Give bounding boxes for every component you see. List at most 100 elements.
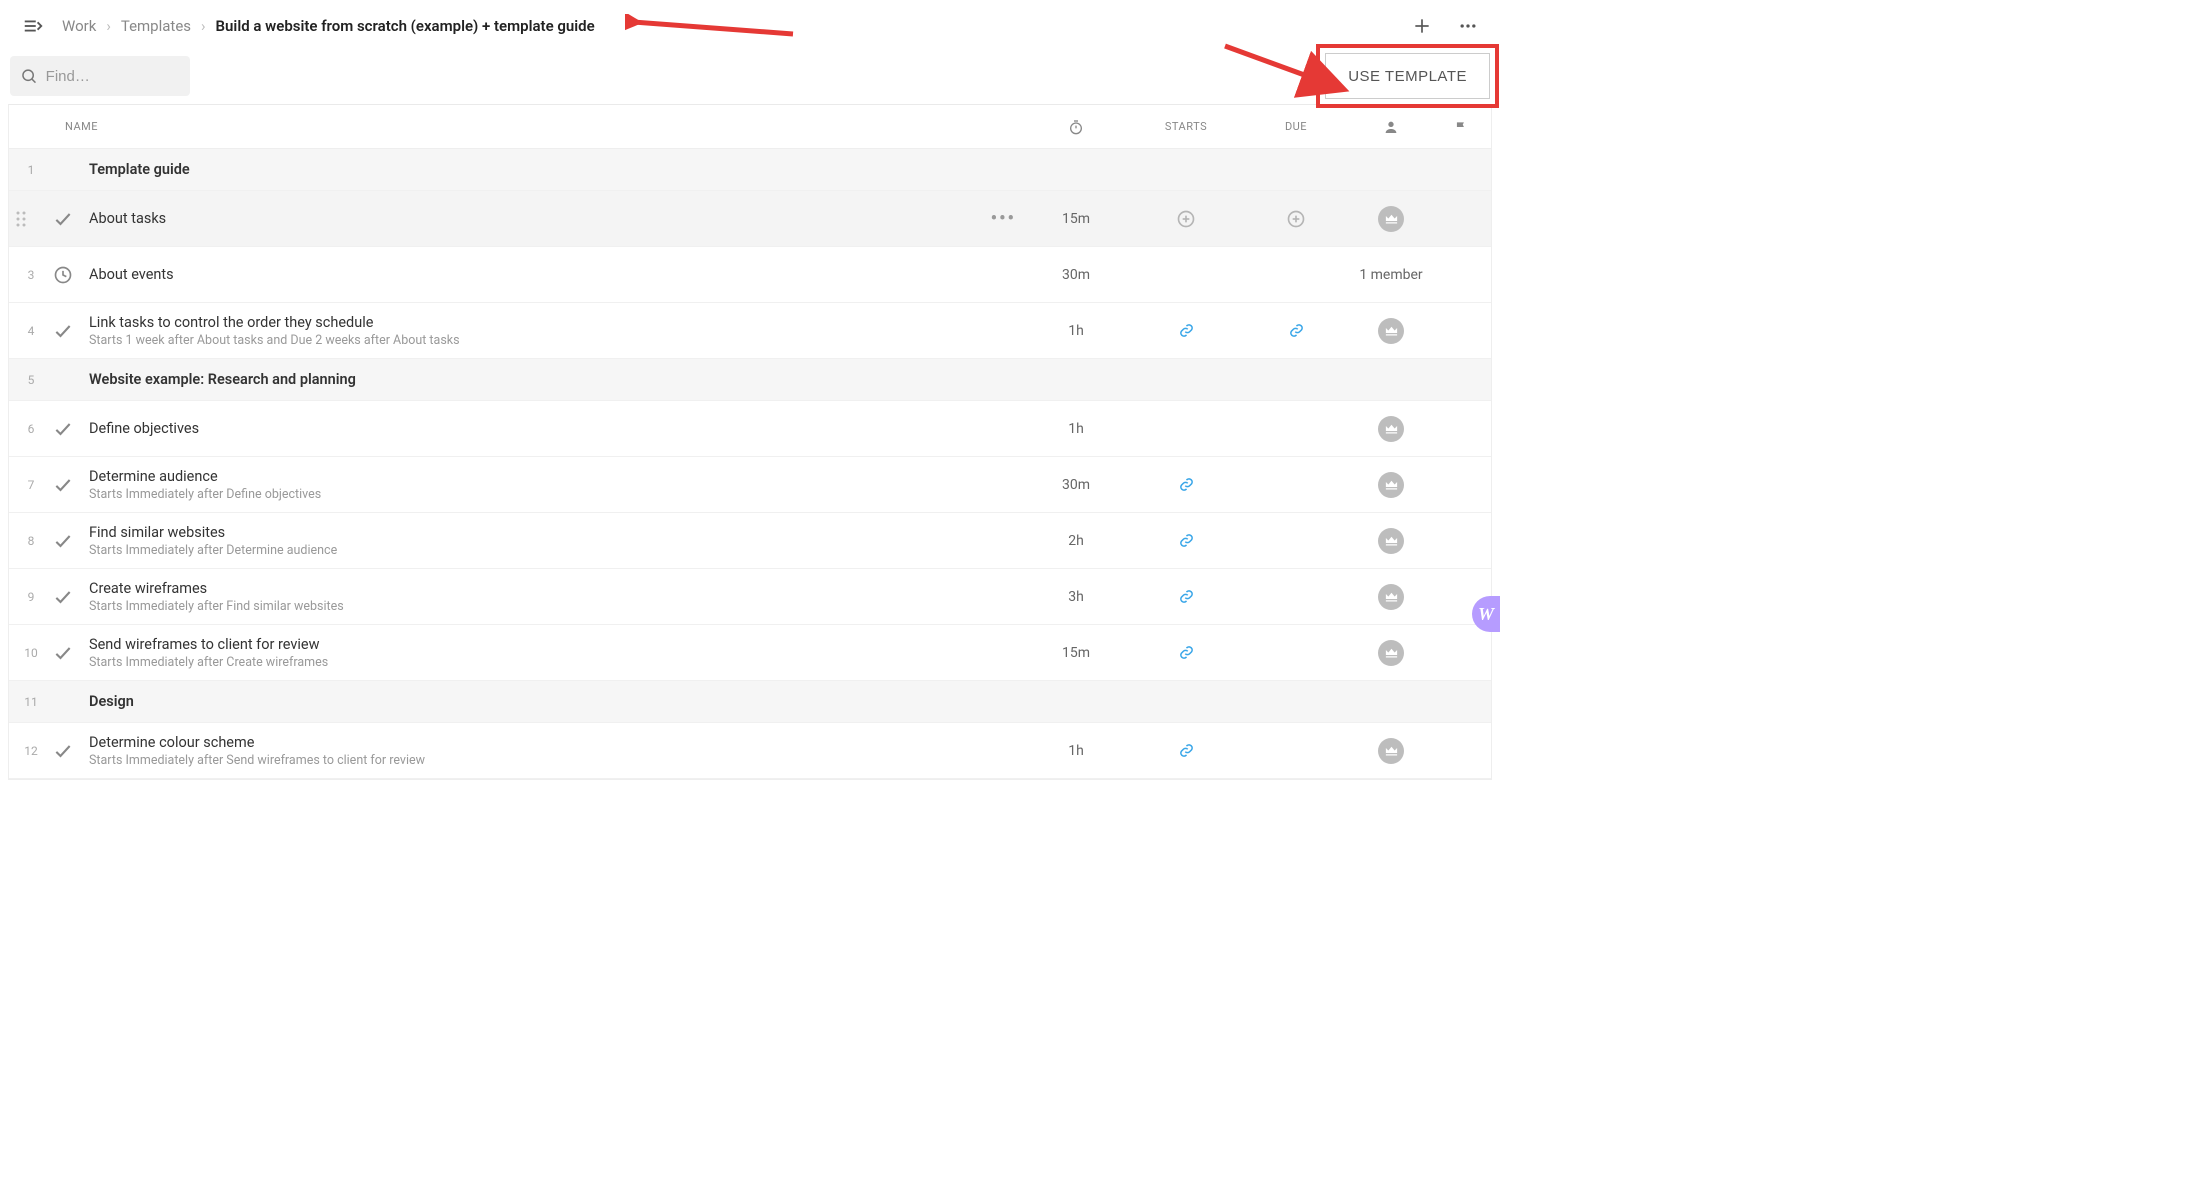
title-cell[interactable]: About events: [89, 258, 1021, 291]
title-cell[interactable]: Determine audienceStarts Immediately aft…: [89, 460, 1021, 510]
title-cell[interactable]: Create wireframesStarts Immediately afte…: [89, 572, 1021, 622]
col-duration[interactable]: [1021, 119, 1131, 135]
link-icon: [1179, 323, 1194, 338]
task-title: About tasks: [89, 210, 1021, 227]
assignee-crown-icon: [1378, 738, 1404, 764]
row-number: 1: [9, 163, 53, 177]
task-row[interactable]: About tasks15m •••: [9, 191, 1491, 247]
due-cell[interactable]: [1241, 209, 1351, 229]
col-assignee[interactable]: [1351, 119, 1431, 135]
assignee-cell[interactable]: [1351, 318, 1431, 344]
task-row[interactable]: 12Determine colour schemeStarts Immediat…: [9, 723, 1491, 779]
row-number: 7: [9, 478, 53, 492]
starts-cell[interactable]: [1131, 323, 1241, 338]
complete-check-icon[interactable]: [53, 741, 89, 761]
complete-check-icon[interactable]: [53, 643, 89, 663]
event-clock-icon[interactable]: [53, 265, 89, 285]
task-title: Find similar websites: [89, 524, 1021, 541]
assignee-cell[interactable]: [1351, 584, 1431, 610]
complete-check-icon[interactable]: [53, 475, 89, 495]
starts-cell[interactable]: [1131, 209, 1241, 229]
row-more-icon[interactable]: •••: [991, 210, 1016, 228]
starts-cell[interactable]: [1131, 533, 1241, 548]
duration-cell[interactable]: 30m: [1021, 267, 1131, 283]
starts-cell[interactable]: [1131, 477, 1241, 492]
title-cell[interactable]: Template guide: [89, 153, 1021, 186]
col-name[interactable]: NAME: [65, 120, 1021, 133]
task-row[interactable]: 4 Link tasks to control the order they sc…: [9, 303, 1491, 359]
title-cell[interactable]: Send wireframes to client for reviewStar…: [89, 628, 1021, 678]
section-row[interactable]: 11 Design: [9, 681, 1491, 723]
title-cell[interactable]: Design: [89, 685, 1021, 718]
title-cell[interactable]: Define objectives: [89, 412, 1021, 445]
complete-check-icon[interactable]: [53, 587, 89, 607]
complete-check-icon[interactable]: [53, 209, 89, 229]
add-icon[interactable]: [1408, 12, 1436, 40]
more-horizontal-icon[interactable]: [1454, 12, 1482, 40]
title-cell[interactable]: Determine colour schemeStarts Immediatel…: [89, 726, 1021, 776]
task-row[interactable]: 6Define objectives1h: [9, 401, 1491, 457]
help-widget-tab[interactable]: W: [1472, 596, 1500, 632]
starts-cell[interactable]: [1131, 743, 1241, 758]
duration-cell[interactable]: 15m: [1021, 211, 1131, 227]
assignee-cell[interactable]: [1351, 416, 1431, 442]
duration-cell[interactable]: 2h: [1021, 533, 1131, 549]
title-cell[interactable]: Link tasks to control the order they sch…: [89, 306, 1021, 356]
task-subtitle: Starts Immediately after Create wirefram…: [89, 655, 1021, 670]
title-cell[interactable]: About tasks: [89, 202, 1021, 235]
assignee-crown-icon: [1378, 472, 1404, 498]
flag-icon: [1454, 120, 1468, 134]
link-icon: [1179, 645, 1194, 660]
title-cell[interactable]: Website example: Research and planning: [89, 363, 1021, 396]
task-row[interactable]: 10Send wireframes to client for reviewSt…: [9, 625, 1491, 681]
task-title: About events: [89, 266, 1021, 283]
assignee-cell[interactable]: 1 member: [1351, 267, 1431, 283]
task-table: NAME STARTS DUE 1 Template guide About tas…: [8, 104, 1492, 780]
title-cell[interactable]: Find similar websites Starts Immediately …: [89, 516, 1021, 566]
section-row[interactable]: 5Website example: Research and planning: [9, 359, 1491, 401]
breadcrumb-item[interactable]: Work: [62, 17, 96, 35]
assignee-cell[interactable]: [1351, 206, 1431, 232]
task-row[interactable]: 7 Determine audienceStarts Immediately af…: [9, 457, 1491, 513]
drag-handle-icon[interactable]: [15, 210, 27, 228]
assignee-cell[interactable]: [1351, 528, 1431, 554]
task-subtitle: Starts 1 week after About tasks and Due …: [89, 333, 1021, 348]
use-template-label: USE TEMPLATE: [1348, 68, 1467, 85]
use-template-button[interactable]: USE TEMPLATE: [1325, 53, 1490, 99]
breadcrumb: Work › Templates › Build a website from …: [62, 17, 595, 35]
add-circle-icon: [1286, 209, 1306, 229]
search-input[interactable]: [38, 68, 180, 85]
duration-cell[interactable]: 1h: [1021, 323, 1131, 339]
complete-check-icon[interactable]: [53, 321, 89, 341]
task-row[interactable]: 8Find similar websitesStarts Immediately…: [9, 513, 1491, 569]
col-flag[interactable]: [1431, 120, 1491, 134]
complete-check-icon[interactable]: [53, 419, 89, 439]
task-row[interactable]: 3About events30m1 member: [9, 247, 1491, 303]
complete-check-icon[interactable]: [53, 531, 89, 551]
assignee-cell[interactable]: [1351, 738, 1431, 764]
task-subtitle: Starts Immediately after Determine audie…: [89, 543, 1021, 558]
menu-toggle-icon[interactable]: [18, 11, 48, 41]
col-starts[interactable]: STARTS: [1131, 120, 1241, 133]
col-due[interactable]: DUE: [1241, 120, 1351, 133]
duration-cell[interactable]: 15m: [1021, 645, 1131, 661]
duration-cell[interactable]: 1h: [1021, 743, 1131, 759]
row-number: 4: [9, 324, 53, 338]
section-row[interactable]: 1 Template guide: [9, 149, 1491, 191]
starts-cell[interactable]: [1131, 589, 1241, 604]
assignee-crown-icon: [1378, 206, 1404, 232]
link-icon: [1179, 743, 1194, 758]
starts-cell[interactable]: [1131, 645, 1241, 660]
assignee-cell[interactable]: [1351, 472, 1431, 498]
search-field[interactable]: [10, 56, 190, 96]
chevron-right-icon: ›: [201, 17, 206, 35]
duration-cell[interactable]: 1h: [1021, 421, 1131, 437]
row-number: 11: [9, 695, 53, 709]
due-cell[interactable]: [1241, 323, 1351, 338]
duration-cell[interactable]: 30m: [1021, 477, 1131, 493]
task-row[interactable]: 9Create wireframesStarts Immediately aft…: [9, 569, 1491, 625]
duration-cell[interactable]: 3h: [1021, 589, 1131, 605]
assignee-cell[interactable]: [1351, 640, 1431, 666]
breadcrumb-item[interactable]: Templates: [121, 17, 191, 35]
link-icon: [1179, 477, 1194, 492]
